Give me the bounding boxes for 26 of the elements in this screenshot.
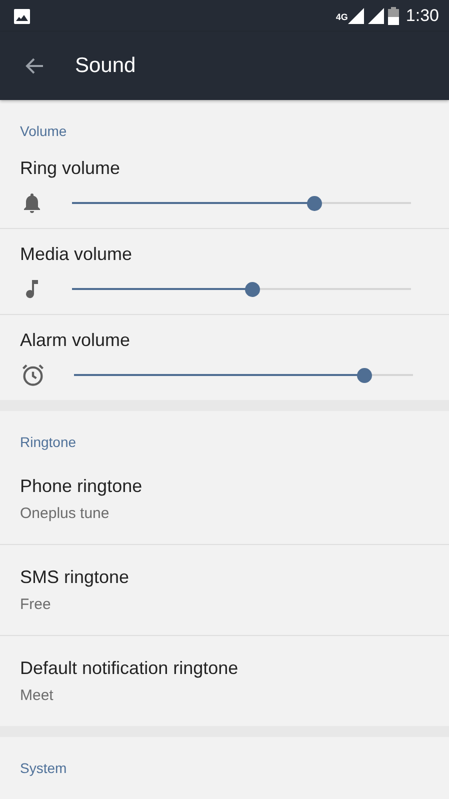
section-header: Ringtone bbox=[19, 433, 78, 452]
alarm-clock-icon bbox=[20, 362, 46, 388]
ringtone-setting[interactable]: Phone ringtone Oneplus tune bbox=[0, 454, 449, 545]
section-header: System bbox=[19, 759, 68, 778]
ringtone-setting[interactable]: Default notification ringtone Meet bbox=[0, 636, 449, 726]
setting-title: Default notification ringtone bbox=[20, 658, 238, 679]
signal-icon bbox=[368, 8, 384, 24]
slider-thumb[interactable] bbox=[356, 368, 372, 382]
setting-title: SMS ringtone bbox=[20, 567, 130, 588]
signal-icon bbox=[348, 8, 364, 24]
screen-title: Sound bbox=[75, 54, 136, 78]
section-header: Volume bbox=[19, 122, 68, 141]
setting-summary: Meet bbox=[20, 687, 54, 704]
setting-summary: Oneplus tune bbox=[20, 505, 110, 522]
battery-icon bbox=[388, 7, 399, 25]
setting-title: Ring volume bbox=[20, 158, 120, 179]
setting-summary: Free bbox=[20, 596, 51, 613]
setting-title: Media volume bbox=[20, 244, 132, 265]
network-type-label: 4G bbox=[336, 12, 348, 22]
setting-title: Phone ringtone bbox=[20, 476, 142, 497]
image-icon bbox=[14, 8, 30, 24]
slider-thumb[interactable] bbox=[244, 282, 260, 296]
slider-thumb[interactable] bbox=[307, 196, 322, 210]
clock-time: 1:30 bbox=[406, 6, 439, 26]
setting-title: Alarm volume bbox=[20, 330, 130, 351]
ringtone-setting[interactable]: SMS ringtone Free bbox=[0, 545, 449, 636]
